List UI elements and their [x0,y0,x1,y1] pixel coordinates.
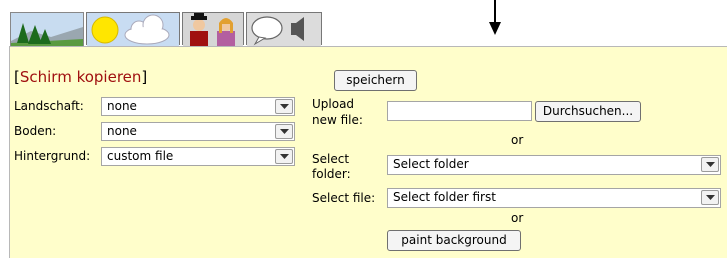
tab-speech-sound[interactable] [246,12,322,46]
upload-file-input[interactable] [387,101,532,121]
landscape-select[interactable]: none [101,97,295,116]
background-select-value: custom file [107,149,174,163]
landscape-select-value: none [107,99,137,113]
upload-label-line1: Upload [312,97,355,111]
folder-label-line2: folder: [312,167,351,181]
background-select[interactable]: custom file [101,147,295,166]
chevron-down-icon [275,124,293,139]
folder-select-value: Select folder [393,157,469,171]
save-button[interactable]: speichern [334,70,417,91]
tab-weather[interactable] [86,12,180,46]
ground-label: Boden: [14,124,57,138]
chevron-down-icon [701,190,719,205]
file-select-value: Select folder first [393,190,496,204]
or-separator-1: or [511,133,524,147]
ground-select-value: none [107,124,137,138]
folder-select[interactable]: Select folder [387,155,721,175]
landscape-label: Landschaft: [14,99,84,113]
background-label: Hintergrund: [14,149,91,163]
folder-label-line1: Select [312,152,350,166]
down-arrow-icon [489,0,501,35]
paint-background-button[interactable]: paint background [387,230,521,251]
chevron-down-icon [701,157,719,172]
characters-icon [183,13,243,46]
speech-sound-icon [247,13,321,46]
chevron-down-icon [275,99,293,114]
weather-icon [87,13,179,46]
tab-landscape[interactable] [10,12,84,47]
page-title: [Schirm kopieren] [14,68,148,86]
upload-label-line2: new file: [312,113,363,127]
landscape-icon [11,13,83,47]
file-select[interactable]: Select folder first [387,188,721,208]
tab-characters[interactable] [182,12,244,46]
ground-select[interactable]: none [101,122,295,141]
browse-button[interactable]: Durchsuchen... [535,101,641,122]
chevron-down-icon [275,149,293,164]
or-separator-2: or [511,211,524,225]
file-label: Select file: [312,191,376,205]
